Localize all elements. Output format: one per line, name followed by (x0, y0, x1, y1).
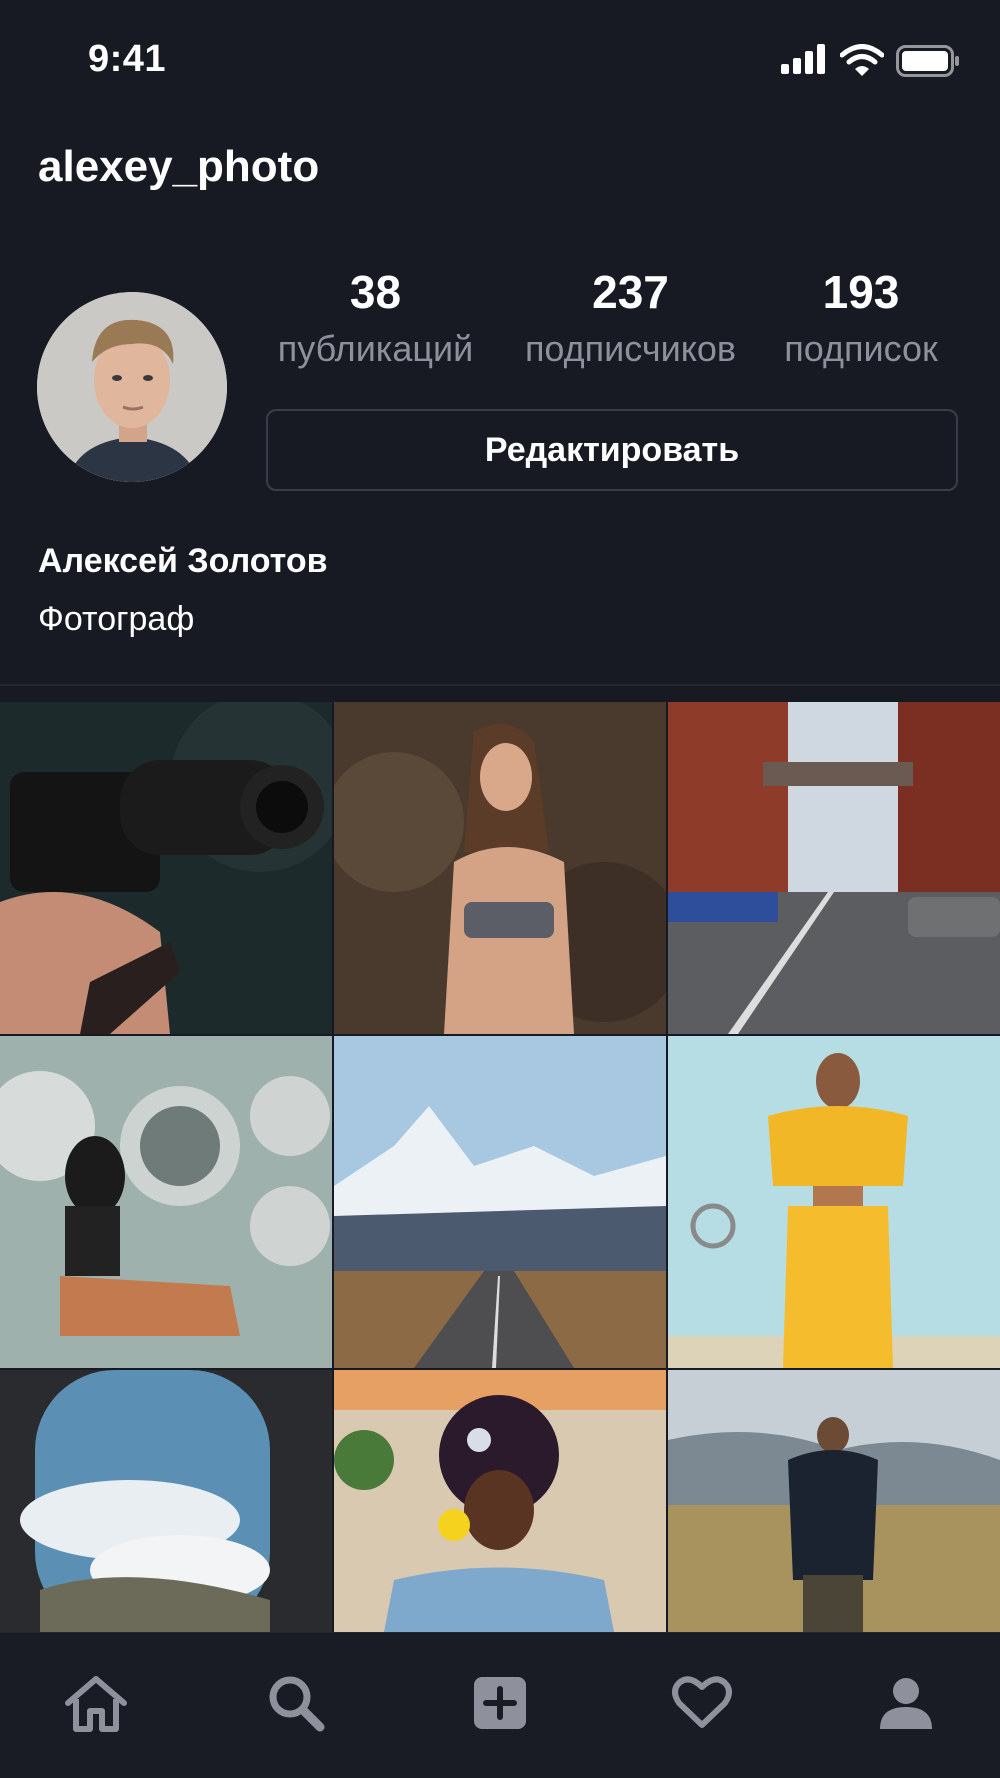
stat-followers-count: 237 (592, 266, 669, 318)
nav-home[interactable] (56, 1663, 136, 1743)
stat-following-label: подписок (784, 328, 938, 369)
status-bar: 9:41 (0, 0, 1000, 120)
search-icon (269, 1676, 325, 1732)
post-tile-city-street[interactable] (668, 702, 1000, 1034)
stat-followers[interactable]: 237 подписчиков (508, 264, 753, 372)
mountain-road-photo (334, 1036, 666, 1368)
post-tile-laundromat[interactable] (0, 1036, 332, 1368)
laundromat-photo (0, 1036, 332, 1368)
post-tile-mountain-road[interactable] (334, 1036, 666, 1368)
profile-full-name: Алексей Золотов (38, 542, 328, 580)
edit-profile-button[interactable]: Редактировать (266, 409, 958, 491)
bottom-nav (0, 1632, 1000, 1778)
airplane-window-photo (0, 1370, 332, 1632)
nav-profile[interactable] (866, 1663, 946, 1743)
yellow-outfit-photo (668, 1036, 1000, 1368)
post-tile-portrait-rock[interactable] (334, 702, 666, 1034)
portrait-rock-photo (334, 702, 666, 1034)
post-tile-camera[interactable] (0, 702, 332, 1034)
cellular-signal-icon (781, 44, 825, 74)
avatar[interactable] (37, 292, 227, 482)
post-tile-yellow-outfit[interactable] (668, 1036, 1000, 1368)
man-field-photo (668, 1370, 1000, 1632)
nav-activity[interactable] (662, 1663, 742, 1743)
status-time: 9:41 (88, 38, 167, 80)
stat-followers-label: подписчиков (524, 328, 737, 369)
wifi-icon (840, 44, 884, 76)
nav-search[interactable] (256, 1663, 336, 1743)
stat-posts-count: 38 (349, 266, 402, 318)
divider (0, 684, 1000, 686)
post-tile-airplane-window[interactable] (0, 1370, 332, 1632)
nav-add-post[interactable] (460, 1663, 540, 1743)
post-tile-flower-portrait[interactable] (334, 1370, 666, 1632)
profile-username: alexey_photo (38, 142, 320, 191)
stat-posts[interactable]: 38 публикаций (263, 264, 488, 372)
stat-posts-label: публикаций (277, 328, 474, 369)
camera-photo (0, 702, 332, 1034)
avatar-photo (37, 292, 227, 482)
profile-bio: Фотограф (38, 600, 195, 638)
add-post-icon (474, 1677, 526, 1729)
stat-following-count: 193 (822, 266, 900, 318)
post-tile-man-field[interactable] (668, 1370, 1000, 1632)
city-street-photo (668, 702, 1000, 1034)
profile-icon (880, 1678, 932, 1729)
flower-portrait-photo (334, 1370, 666, 1632)
stat-following[interactable]: 193 подписок (770, 264, 952, 372)
heart-icon (672, 1676, 732, 1728)
home-icon (65, 1676, 127, 1732)
posts-grid (0, 702, 1000, 1632)
battery-icon (896, 45, 959, 77)
